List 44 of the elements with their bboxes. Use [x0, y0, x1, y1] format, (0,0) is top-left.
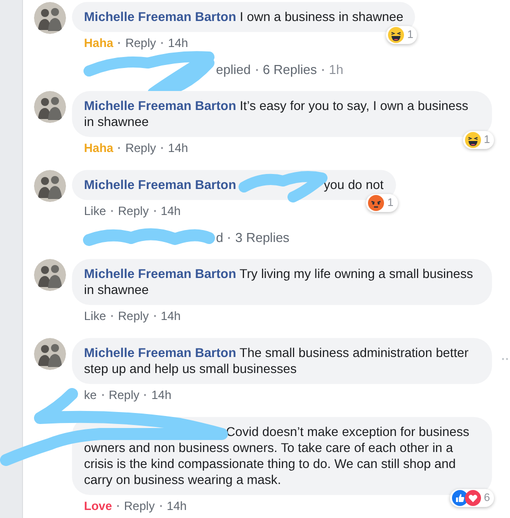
timestamp[interactable]: 14h: [168, 36, 188, 50]
reaction-link[interactable]: ke: [84, 388, 97, 402]
comment-bubble: Michelle Freeman Barton you do not: [72, 170, 396, 200]
author-link[interactable]: Michelle Freeman Barton: [84, 266, 236, 281]
reaction-badge[interactable]: 6: [450, 489, 494, 507]
author-link[interactable]: Michelle Freeman Barton: [84, 98, 236, 113]
reaction-link[interactable]: Like: [84, 204, 106, 218]
view-replies-link[interactable]: 3 Replies: [235, 230, 290, 245]
author-link[interactable]: Michelle Freeman Barton: [84, 177, 236, 192]
laughing-face-icon: [388, 27, 404, 43]
reply-link[interactable]: Reply: [124, 498, 155, 512]
timestamp[interactable]: 14h: [160, 204, 181, 218]
author-link[interactable]: Michelle Freeman Barton: [84, 9, 236, 24]
avatar[interactable]: [34, 259, 66, 291]
reply-link[interactable]: Reply: [118, 308, 149, 322]
reaction-badge[interactable]: 1: [386, 26, 418, 44]
timestamp: 1h: [328, 62, 344, 77]
timestamp[interactable]: 14h: [151, 388, 172, 402]
reply-link[interactable]: Reply: [125, 140, 156, 154]
avatar[interactable]: [34, 170, 66, 202]
reaction-badge[interactable]: 1: [462, 131, 494, 149]
comment-bubble: Michelle Freeman Barton The small business administration better step up and help us small businesses: [72, 338, 492, 384]
laughing-face-icon: [464, 132, 481, 148]
comment-bubble: Michelle Freeman Barton I own a business in shawnee: [72, 2, 416, 32]
comment-bubble: Michelle Freeman Barton Try living my life owning a small business in shawnee: [72, 259, 492, 305]
reaction-link[interactable]: Like: [84, 308, 106, 322]
angry-face-icon: [368, 195, 384, 211]
reaction-link[interactable]: Love: [84, 498, 112, 512]
avatar[interactable]: [34, 91, 66, 123]
avatar[interactable]: [34, 338, 66, 370]
timestamp[interactable]: 14h: [168, 140, 188, 154]
comment-bubble: Michelle Freeman Barton It’s easy for you to say, I own a business in shawnee: [72, 91, 492, 137]
avatar[interactable]: [34, 2, 66, 34]
reply-link[interactable]: Reply: [108, 388, 140, 402]
replied-text: eplied: [216, 62, 251, 77]
replied-text: d: [216, 230, 224, 245]
reaction-badge[interactable]: 1: [366, 194, 398, 212]
timestamp[interactable]: 14h: [166, 498, 187, 512]
reply-link[interactable]: Reply: [125, 36, 156, 50]
reply-link[interactable]: Reply: [118, 204, 149, 218]
author-link[interactable]: Michelle Freeman Barton: [84, 345, 236, 360]
thumbs-up-icon: [452, 490, 468, 506]
timestamp[interactable]: 14h: [160, 308, 181, 322]
view-replies-link[interactable]: 6 Replies: [262, 62, 317, 77]
